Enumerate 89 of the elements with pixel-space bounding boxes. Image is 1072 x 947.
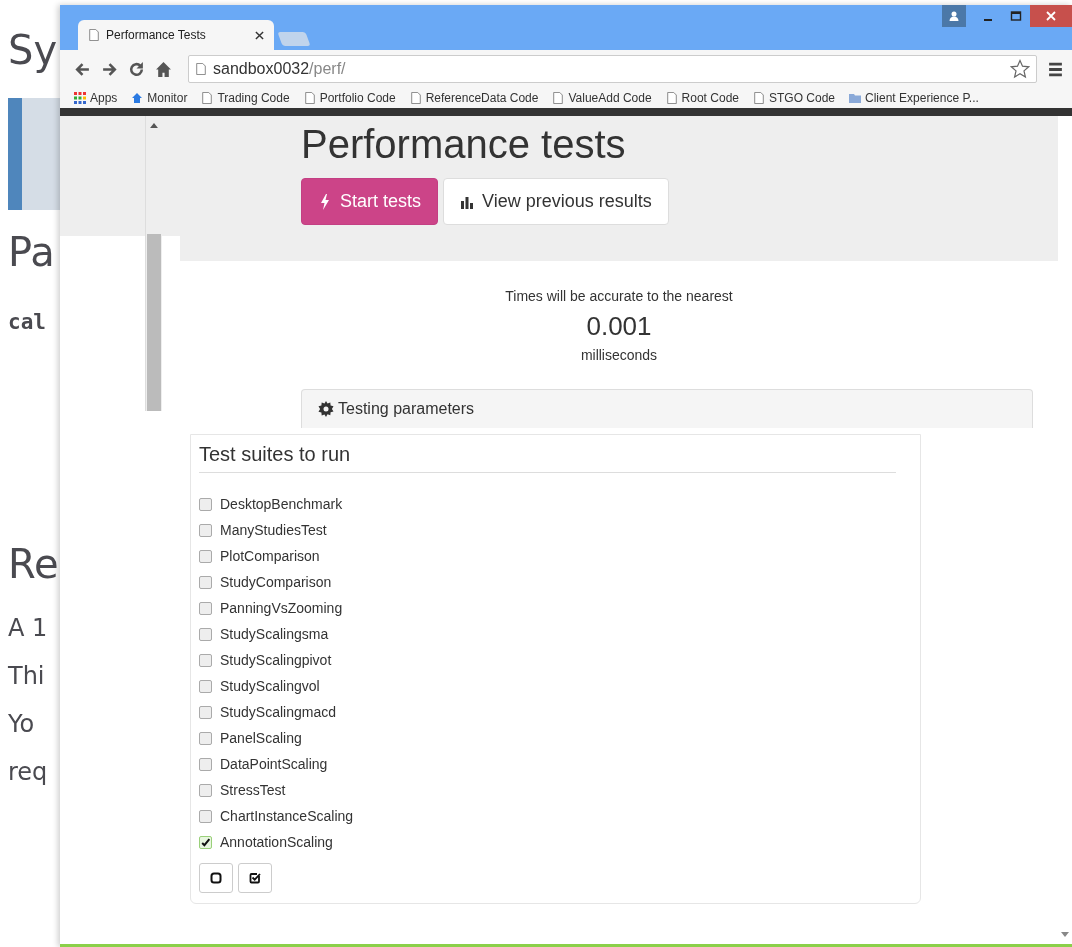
gear-icon — [318, 401, 334, 417]
checkbox[interactable] — [199, 757, 212, 771]
checked-square-icon — [249, 872, 261, 884]
checkbox-label[interactable]: ManyStudiesTest — [220, 522, 327, 538]
close-button[interactable] — [1030, 5, 1072, 27]
checkbox-label[interactable]: StressTest — [220, 782, 286, 798]
checkbox[interactable] — [199, 575, 212, 589]
page-icon — [88, 29, 100, 41]
page-icon — [753, 92, 765, 104]
page-icon — [409, 92, 422, 104]
browser-tab[interactable]: Performance Tests — [78, 20, 274, 50]
panel-title: Test suites to run — [199, 443, 896, 473]
checkbox[interactable] — [199, 835, 212, 849]
checkbox[interactable] — [199, 679, 212, 693]
heading-text: Pa — [8, 228, 56, 277]
checkbox[interactable] — [199, 627, 212, 641]
checkbox-label[interactable]: ChartInstanceScaling — [220, 808, 354, 824]
checkbox-label[interactable]: PanningVsZooming — [220, 600, 343, 616]
checkbox[interactable] — [199, 731, 212, 745]
checkbox-label[interactable]: PanelScaling — [220, 730, 302, 746]
checkbox[interactable] — [199, 549, 212, 563]
body-text: Thi — [8, 661, 46, 692]
page-icon — [665, 92, 678, 104]
page-icon — [195, 63, 207, 75]
accuracy-unit: milliseconds — [579, 346, 659, 365]
select-all-button[interactable] — [238, 863, 272, 893]
bookmark-link[interactable]: Client Experience P... — [849, 91, 979, 105]
checkbox-label[interactable]: StudyScalingpivot — [220, 652, 332, 668]
bookmark-link[interactable]: Root Code — [665, 91, 739, 105]
checkbox[interactable] — [199, 601, 212, 615]
page-icon — [552, 92, 565, 104]
forward-icon[interactable] — [101, 60, 118, 78]
bookmark-link[interactable]: Portfolio Code — [303, 91, 396, 105]
checkbox-label[interactable]: DataPointScaling — [220, 756, 328, 772]
checkbox-label[interactable]: StudyScalingsma — [220, 626, 329, 642]
profile-button[interactable] — [942, 5, 966, 27]
code-text: cal — [8, 310, 47, 334]
home-icon[interactable] — [155, 60, 172, 78]
results-button[interactable]: View previous results — [443, 178, 669, 225]
checkbox-label[interactable]: PlotComparison — [220, 548, 320, 564]
menu-icon[interactable] — [1047, 60, 1064, 78]
body-text: req — [8, 757, 49, 788]
person-icon — [948, 10, 960, 22]
back-icon[interactable] — [74, 60, 91, 78]
bookmark-link[interactable]: Trading Code — [201, 91, 290, 105]
close-icon[interactable] — [255, 30, 264, 40]
bolt-icon — [318, 193, 332, 210]
bookmark-link[interactable]: STGO Code — [753, 91, 835, 105]
checkbox-label[interactable]: DesktopBenchmark — [220, 496, 343, 512]
checkbox[interactable] — [199, 809, 212, 823]
parameters-panel[interactable]: Testing parameters — [301, 389, 1033, 428]
scroll-up-icon[interactable] — [150, 122, 158, 128]
bookmark-link[interactable]: ReferenceData Code — [409, 91, 539, 105]
bookmark-link[interactable]: Apps — [74, 91, 118, 105]
body-text: A 1 — [8, 613, 49, 644]
checkbox[interactable] — [199, 653, 212, 667]
page-icon — [201, 92, 214, 104]
house-icon — [131, 92, 144, 104]
accuracy-value: 0.001 — [585, 310, 653, 343]
checkbox[interactable] — [199, 783, 212, 797]
checkbox-label[interactable]: StudyScalingvol — [220, 678, 320, 694]
checkbox-label[interactable]: StudyScalingmacd — [220, 704, 336, 720]
checkbox[interactable] — [199, 523, 212, 537]
page-heading: Performance tests — [301, 121, 627, 168]
scroll-down-icon[interactable] — [1061, 932, 1069, 938]
reload-icon[interactable] — [128, 60, 145, 78]
accuracy-text: Times will be accurate to the nearest — [504, 287, 734, 306]
select-none-button[interactable] — [199, 863, 233, 893]
square-icon — [210, 872, 222, 884]
panel-title: Testing parameters — [338, 400, 475, 418]
tab-title: Performance Tests — [106, 28, 207, 42]
body-text: Yo — [8, 709, 36, 740]
checkbox[interactable] — [199, 705, 212, 719]
heading-text: Sy — [8, 26, 59, 75]
maximize-icon — [1010, 10, 1022, 22]
close-icon — [1045, 10, 1057, 22]
bookmark-link[interactable]: Monitor — [131, 91, 188, 105]
start-button[interactable]: Start tests — [301, 178, 439, 225]
apps-grid-icon — [74, 92, 86, 104]
address-field[interactable]: sandbox0032/perf/ — [188, 55, 1037, 83]
folder-icon — [849, 92, 861, 104]
bookmark-link[interactable]: ValueAdd Code — [552, 91, 652, 105]
checkbox[interactable] — [199, 497, 212, 511]
checkbox-label[interactable]: StudyComparison — [220, 574, 332, 590]
checkbox-label[interactable]: AnnotationScaling — [220, 834, 333, 850]
heading-text: Re — [8, 540, 60, 589]
minimize-icon — [984, 19, 992, 21]
star-icon[interactable] — [1010, 59, 1030, 79]
page-icon — [303, 92, 316, 104]
